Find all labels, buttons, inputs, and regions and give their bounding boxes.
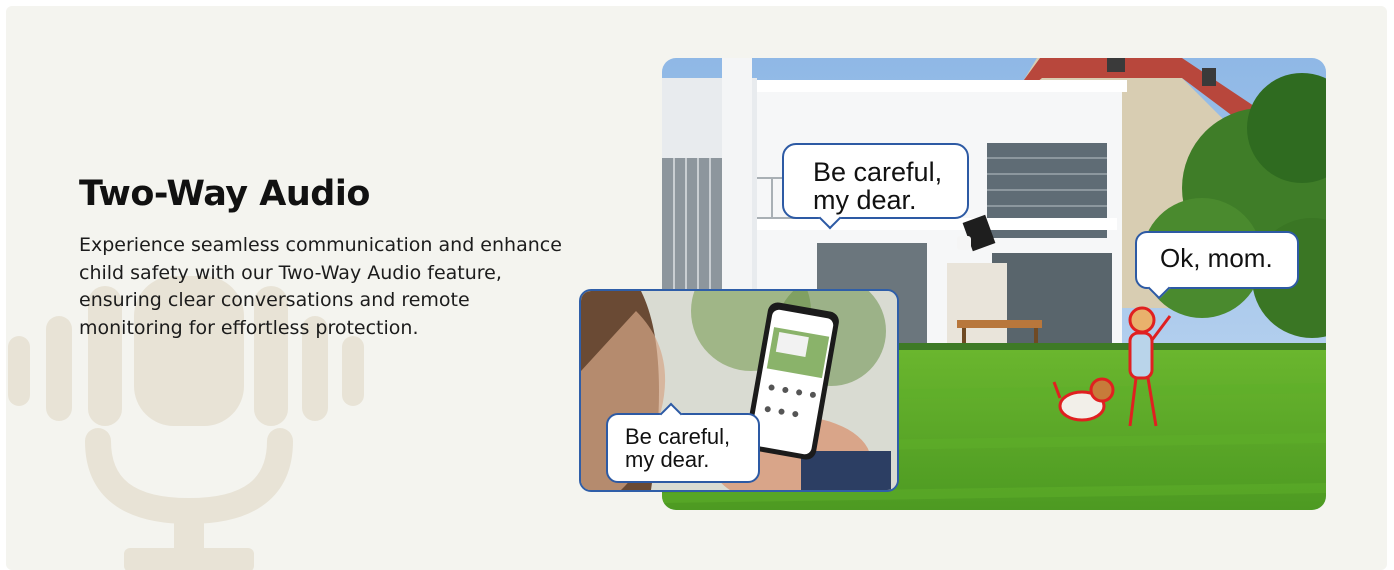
feature-description: Experience seamless communication and en…: [79, 234, 562, 339]
speech-bubble-child: Ok, mom.: [1135, 231, 1299, 300]
speech-bubble-phone: Be careful, my dear.: [606, 402, 760, 483]
bubble-text: Be careful, my dear.: [813, 157, 943, 216]
speech-bubble-parent: Be careful, my dear.: [782, 143, 969, 230]
feature-title: Two-Way Audio: [79, 174, 370, 214]
bubble-text: Be careful, my dear.: [625, 424, 731, 473]
bubble-text: Ok, mom.: [1160, 243, 1273, 273]
